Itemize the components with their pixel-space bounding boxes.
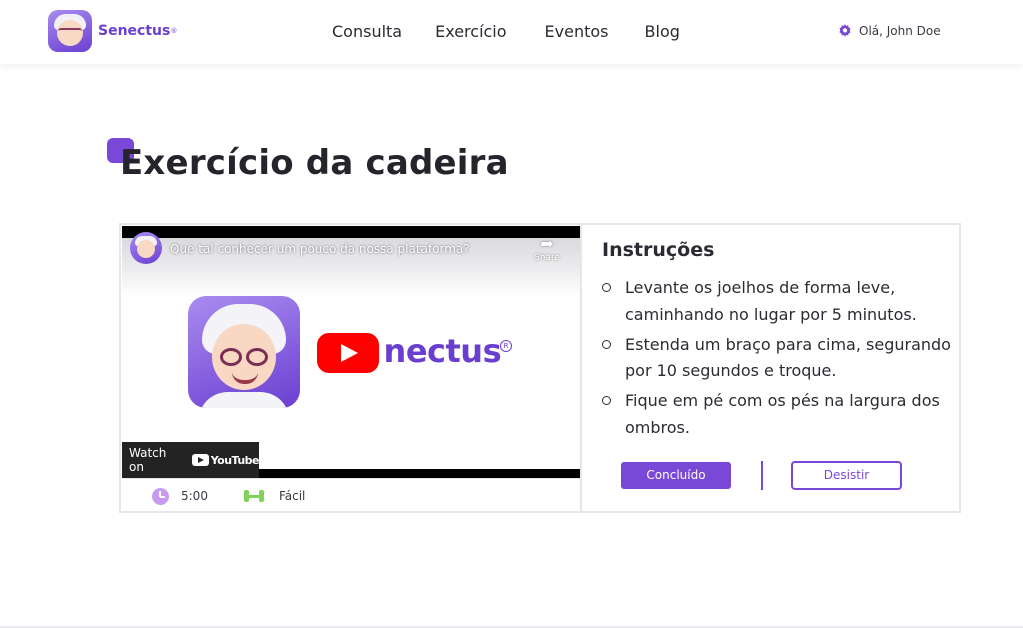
channel-avatar[interactable]	[130, 232, 162, 264]
button-separator	[761, 461, 763, 490]
user-menu[interactable]: Olá, John Doe	[838, 24, 941, 38]
done-button[interactable]: Concluído	[621, 462, 731, 489]
grandma-logo-icon	[48, 10, 92, 52]
video-title[interactable]: Que tal conhecer um pouco da nossa plata…	[170, 242, 470, 256]
quit-button[interactable]: Desistir	[791, 461, 902, 490]
page-title: Exercício da cadeira	[120, 143, 509, 183]
list-item: Fique em pé com os pés na largura dos om…	[602, 388, 952, 441]
card-divider	[580, 225, 582, 513]
play-button[interactable]	[317, 333, 379, 373]
user-greeting: Olá, John Doe	[859, 24, 941, 38]
dumbbell-icon	[243, 490, 264, 502]
list-item: Estenda um braço para cima, segurando po…	[602, 332, 952, 385]
top-navbar: Senectus ® Consulta Exercício Eventos Blo…	[0, 0, 1023, 64]
share-button[interactable]: ➦ Share	[532, 234, 562, 263]
instructions-list: Levante os joelhos de forma leve, caminh…	[602, 275, 952, 445]
watch-on-youtube-button[interactable]: Watch on YouTube	[122, 442, 260, 478]
video-player[interactable]: Que tal conhecer um pouco da nossa plata…	[122, 226, 580, 478]
share-icon: ➦	[540, 234, 554, 253]
exercise-difficulty: Fácil	[278, 489, 306, 503]
grandma-logo-image	[188, 296, 300, 408]
play-icon	[341, 344, 358, 362]
brand-name: Senectus	[98, 23, 171, 39]
nav-item-eventos[interactable]: Eventos	[545, 22, 609, 41]
exercise-duration: 5:00	[181, 489, 208, 503]
brand-logo[interactable]: Senectus ®	[48, 10, 177, 52]
main-nav: Consulta Exercício Eventos Blog	[332, 22, 713, 41]
bullet-icon	[602, 283, 611, 292]
exercise-card: Que tal conhecer um pouco da nossa plata…	[119, 223, 961, 513]
youtube-logo-icon: YouTube	[191, 454, 260, 467]
video-registered-mark: R	[500, 340, 512, 352]
bullet-icon	[602, 396, 611, 405]
nav-item-exercicio[interactable]: Exercício	[435, 22, 506, 41]
instructions-title: Instruções	[602, 239, 715, 261]
gear-icon	[839, 24, 851, 37]
exercise-meta: 5:00 Fácil	[122, 478, 580, 513]
nav-item-blog[interactable]: Blog	[645, 22, 680, 41]
bullet-icon	[602, 339, 611, 349]
clock-icon	[152, 487, 169, 505]
registered-mark: ®	[170, 27, 178, 35]
nav-item-consulta[interactable]: Consulta	[332, 22, 402, 41]
list-item: Levante os joelhos de forma leve, caminh…	[602, 275, 952, 328]
